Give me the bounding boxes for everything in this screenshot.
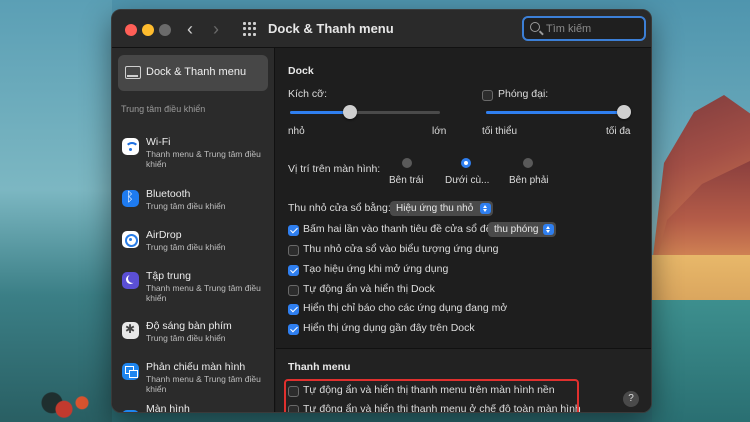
screen-mirroring-icon bbox=[122, 363, 139, 380]
section-divider bbox=[276, 348, 651, 349]
search-input[interactable] bbox=[546, 20, 642, 37]
close-window-button[interactable] bbox=[125, 24, 137, 36]
size-max-label: lớn bbox=[432, 126, 447, 137]
sidebar-item-name: Tập trung bbox=[146, 270, 191, 282]
position-option-right: Bên phải bbox=[509, 175, 549, 186]
help-button[interactable]: ? bbox=[623, 391, 639, 407]
minimize-effect-value: Hiệu ứng thu nhỏ bbox=[396, 203, 474, 214]
sidebar: Dock & Thanh menu Trung tâm điều khiển W… bbox=[112, 48, 275, 413]
size-slider-knob[interactable] bbox=[343, 105, 357, 119]
back-chevron-icon[interactable]: ‹ bbox=[187, 18, 193, 40]
bluetooth-icon bbox=[122, 190, 139, 207]
option-label: Tạo hiệu ứng khi mở ứng dụng bbox=[303, 263, 449, 275]
option-label: Thu nhỏ cửa sổ vào biểu tượng ứng dụng bbox=[303, 243, 499, 255]
system-preferences-window: ‹ › Dock & Thanh menu Dock & Thanh menu … bbox=[111, 9, 652, 413]
magnification-max-label: tối đa bbox=[606, 126, 631, 137]
search-field[interactable] bbox=[522, 16, 646, 41]
sidebar-item-sub: Thanh menu & Trung tâm điều khiển bbox=[146, 149, 261, 169]
sidebar-item-sub: Trung tâm điều khiển bbox=[146, 333, 226, 343]
minimize-into-app-icon-checkbox[interactable] bbox=[288, 245, 299, 256]
wallpaper-plant bbox=[40, 390, 100, 422]
show-all-grid-icon[interactable] bbox=[243, 22, 257, 36]
sidebar-item-sub: Trung tâm điều khiển bbox=[146, 242, 226, 252]
sidebar-item-name: AirDrop bbox=[146, 229, 182, 241]
menubar-section-title: Thanh menu bbox=[288, 361, 351, 373]
magnification-min-label: tối thiểu bbox=[482, 126, 518, 137]
minimize-using-label: Thu nhỏ cửa sổ bằng: bbox=[288, 202, 391, 214]
sidebar-item-sub: Trung tâm điều khiển bbox=[146, 201, 226, 211]
position-label: Vị trí trên màn hình: bbox=[288, 163, 381, 175]
position-radio-left[interactable] bbox=[402, 158, 412, 168]
title-bar: ‹ › Dock & Thanh menu bbox=[112, 10, 651, 48]
sidebar-item-name: Màn hình bbox=[146, 403, 190, 413]
airdrop-icon bbox=[122, 231, 139, 248]
forward-chevron-icon[interactable]: › bbox=[213, 18, 219, 40]
double-click-action-value: thu phóng bbox=[494, 224, 539, 235]
option-label: Hiển thị chỉ báo cho các ứng dụng đang m… bbox=[303, 302, 508, 314]
wifi-icon bbox=[122, 138, 139, 155]
sidebar-item-sub: Thanh menu & Trung tâm điều khiển bbox=[146, 374, 261, 394]
dock-settings-pane: Dock Kích cỡ: nhỏ lớn Phóng đại: tối thi… bbox=[276, 48, 651, 412]
magnification-slider-fill bbox=[486, 111, 624, 114]
sidebar-item-dock-menubar[interactable]: Dock & Thanh menu bbox=[118, 55, 268, 91]
highlight-annotation-box bbox=[284, 379, 579, 412]
sidebar-item-name: Bluetooth bbox=[146, 188, 191, 200]
zoom-window-button[interactable] bbox=[159, 24, 171, 36]
size-slider-fill bbox=[290, 111, 350, 114]
position-radio-right[interactable] bbox=[523, 158, 533, 168]
magnification-label: Phóng đại: bbox=[498, 88, 549, 100]
dock-icon bbox=[125, 66, 141, 79]
sidebar-item-label: Dock & Thanh menu bbox=[146, 66, 247, 78]
position-radio-bottom[interactable] bbox=[461, 158, 471, 168]
sidebar-item-name: Wi-Fi bbox=[146, 136, 171, 148]
sidebar-item-name: Phản chiếu màn hình bbox=[146, 361, 246, 373]
popup-chevron-icon bbox=[480, 203, 491, 214]
double-click-title-checkbox[interactable] bbox=[288, 225, 299, 236]
sidebar-item-name: Độ sáng bàn phím bbox=[146, 320, 232, 332]
display-icon bbox=[122, 410, 139, 412]
wallpaper-sea bbox=[652, 300, 750, 422]
focus-moon-icon bbox=[122, 272, 139, 289]
keyboard-brightness-icon bbox=[122, 322, 139, 339]
size-label: Kích cỡ: bbox=[288, 88, 327, 100]
sidebar-item-sub: Thanh menu & Trung tâm điều khiển bbox=[146, 283, 261, 303]
double-click-title-label: Bấm hai lần vào thanh tiêu đề cửa sổ để bbox=[303, 223, 492, 235]
option-label: Hiển thị ứng dụng gần đây trên Dock bbox=[303, 322, 475, 334]
window-title: Dock & Thanh menu bbox=[268, 21, 394, 36]
magnification-checkbox[interactable] bbox=[482, 90, 493, 101]
position-option-bottom: Dưới cù... bbox=[445, 175, 490, 186]
sidebar-section-label: Trung tâm điều khiển bbox=[121, 104, 206, 114]
magnification-slider-knob[interactable] bbox=[617, 105, 631, 119]
autohide-dock-checkbox[interactable] bbox=[288, 285, 299, 296]
dock-section-title: Dock bbox=[288, 65, 314, 77]
minimize-window-button[interactable] bbox=[142, 24, 154, 36]
size-slider[interactable] bbox=[290, 111, 440, 114]
animate-opening-apps-checkbox[interactable] bbox=[288, 265, 299, 276]
search-icon bbox=[530, 22, 540, 32]
option-label: Tự động ẩn và hiển thị Dock bbox=[303, 283, 435, 295]
minimize-effect-popup[interactable]: Hiệu ứng thu nhỏ bbox=[390, 201, 493, 216]
popup-chevron-icon bbox=[543, 224, 554, 235]
position-option-left: Bên trái bbox=[389, 175, 424, 186]
magnification-slider[interactable] bbox=[486, 111, 624, 114]
size-min-label: nhỏ bbox=[288, 126, 305, 137]
show-recent-apps-checkbox[interactable] bbox=[288, 324, 299, 335]
show-indicators-checkbox[interactable] bbox=[288, 304, 299, 315]
wallpaper-left-strip bbox=[0, 0, 112, 422]
double-click-action-popup[interactable]: thu phóng bbox=[488, 222, 556, 237]
